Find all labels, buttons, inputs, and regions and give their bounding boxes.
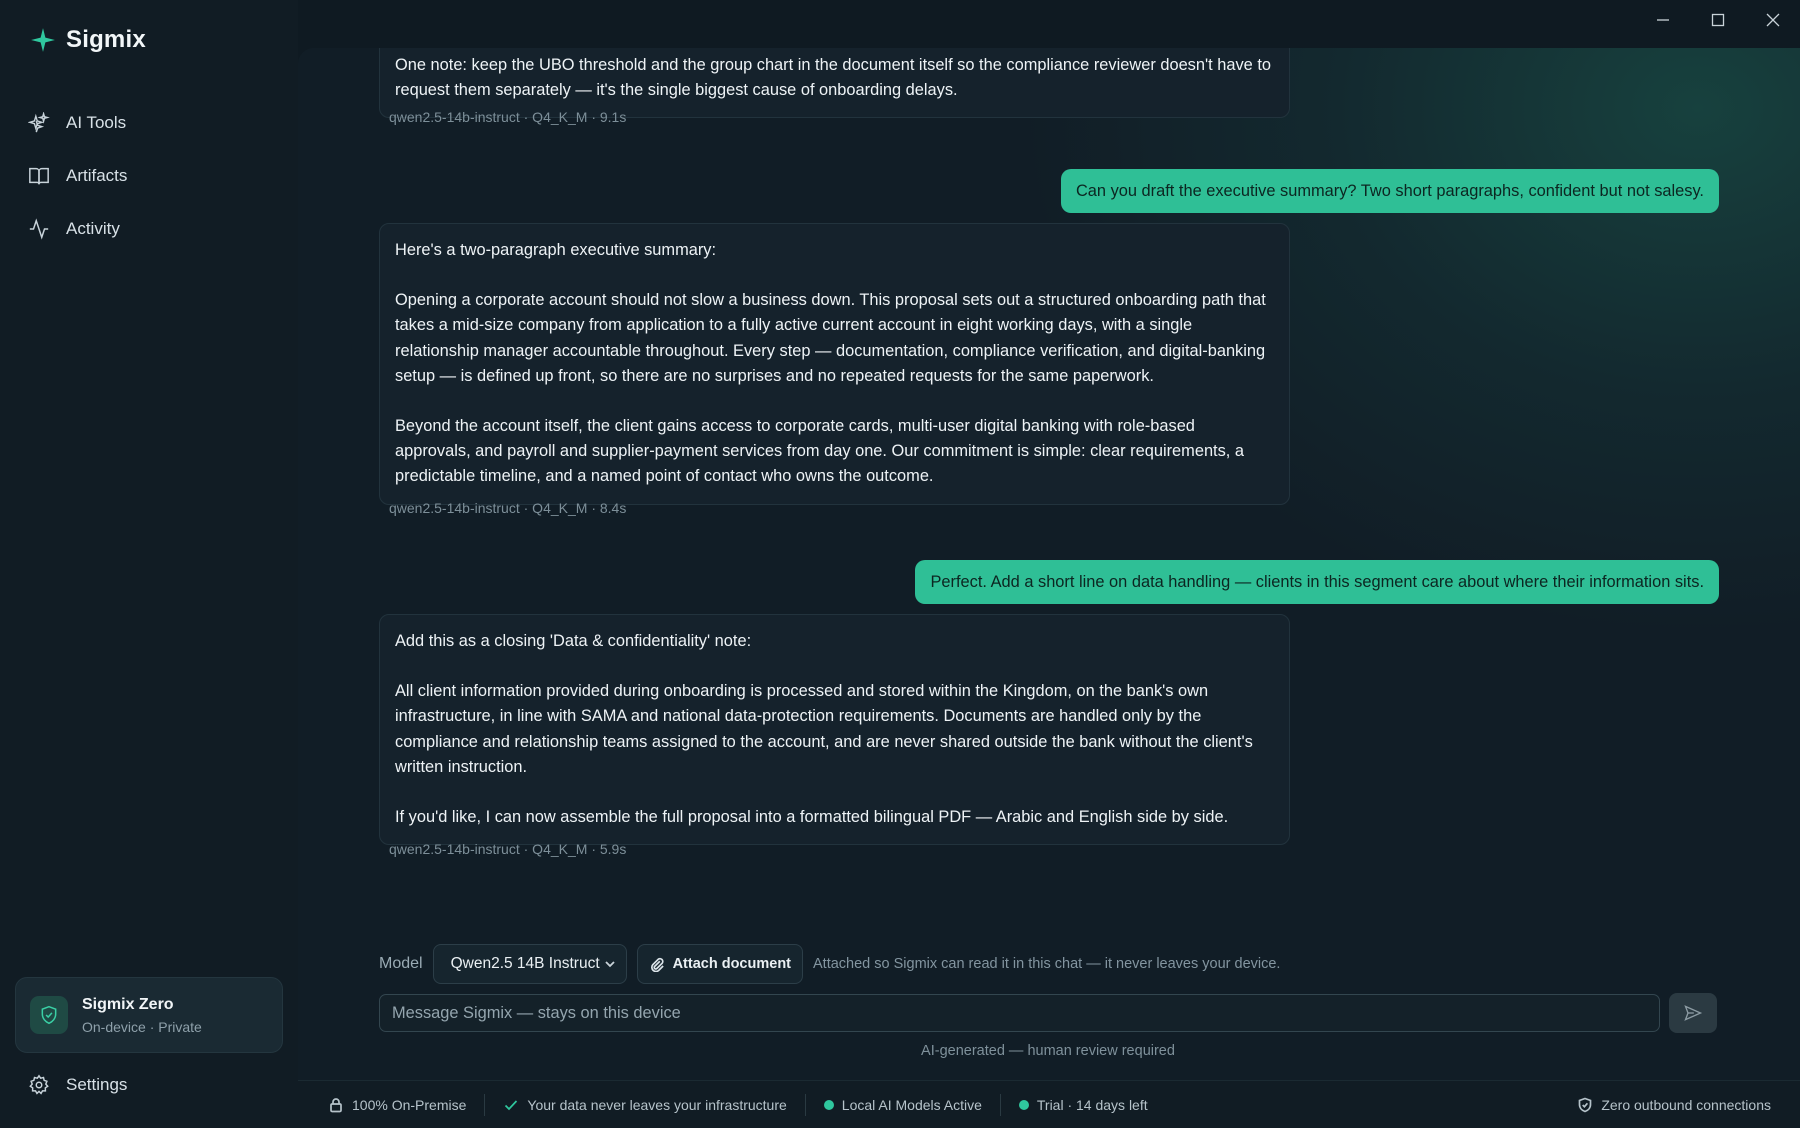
message-input[interactable] [379, 994, 1660, 1032]
workspace-card[interactable]: Sigmix Zero On-device · Private [15, 977, 283, 1053]
sidebar-item-label: Activity [66, 218, 120, 238]
sidebar-item-ai-tools[interactable]: AI Tools [28, 96, 278, 149]
gear-icon [29, 1074, 49, 1095]
brand[interactable]: Sigmix [30, 26, 146, 54]
book-icon [29, 167, 49, 184]
assistant-message: Here's a two-paragraph executive summary… [379, 223, 1290, 505]
status-on-premise-label: 100% On-Premise [352, 1096, 467, 1113]
sidebar-item-label: Artifacts [66, 165, 128, 185]
status-trial-label: Trial · 14 days left [1036, 1096, 1148, 1113]
status-outbound: Zero outbound connections [1559, 1094, 1800, 1116]
shield-check-icon [1578, 1097, 1592, 1112]
app-name: Sigmix [66, 26, 146, 53]
shield-icon [30, 996, 68, 1034]
sidebar: Sigmix AI Tools Artifacts Activity Sigmi… [0, 0, 298, 1128]
status-models-label: Local AI Models Active [841, 1096, 982, 1113]
sidebar-nav: AI Tools Artifacts Activity [28, 96, 278, 255]
status-data-note-label: Your data never leaves your infrastructu… [527, 1096, 787, 1113]
maximize-button[interactable] [1690, 6, 1745, 34]
check-icon [505, 1099, 518, 1110]
sidebar-item-artifacts[interactable]: Artifacts [28, 149, 278, 202]
maximize-icon [1711, 13, 1724, 27]
chat-area: One note: keep the UBO threshold and the… [298, 48, 1800, 1080]
message-meta: qwen2.5-14b-instruct · Q4_K_M · 5.9s [389, 841, 627, 857]
settings-label: Settings [66, 1075, 128, 1094]
assistant-message: Add this as a closing 'Data & confidenti… [379, 614, 1290, 846]
close-icon [1766, 13, 1779, 27]
sidebar-item-activity[interactable]: Activity [28, 202, 278, 255]
assistant-message: One note: keep the UBO threshold and the… [379, 48, 1290, 119]
model-select-value: Qwen2.5 14B Instruct [450, 955, 600, 972]
workspace-subtitle: On-device · Private [82, 1018, 202, 1035]
message-meta: qwen2.5-14b-instruct · Q4_K_M · 8.4s [389, 500, 627, 516]
status-data-note: Your data never leaves your infrastructu… [484, 1093, 804, 1116]
minimize-icon [1656, 19, 1669, 21]
window-controls [1635, 6, 1800, 34]
model-select[interactable]: Qwen2.5 14B Instruct [432, 944, 627, 984]
status-trial: Trial · 14 days left [999, 1093, 1166, 1116]
workspace-title: Sigmix Zero [82, 995, 174, 1013]
message-paragraph: If you'd like, I can now assemble the fu… [395, 808, 1229, 827]
model-label: Model [379, 955, 423, 972]
paperclip-icon [650, 957, 664, 972]
user-message: Can you draft the executive summary? Two… [1060, 169, 1719, 213]
status-on-premise: 100% On-Premise [298, 1094, 484, 1116]
activity-icon [29, 217, 49, 240]
status-dot-icon [823, 1099, 834, 1110]
message-meta: qwen2.5-14b-instruct · Q4_K_M · 9.1s [389, 109, 627, 125]
lock-icon [330, 1097, 342, 1112]
sparkles-icon [28, 111, 50, 132]
sidebar-item-label: AI Tools [66, 112, 127, 132]
status-dot-icon [1018, 1099, 1029, 1110]
message-paragraph: Opening a corporate account should not s… [395, 291, 1266, 385]
status-bar: 100% On-Premise Your data never leaves y… [298, 1080, 1800, 1128]
sparkle-logo-icon [31, 28, 55, 52]
attach-note: Attached so Sigmix can read it in this c… [813, 956, 1281, 972]
ai-disclaimer: AI-generated — human review required [921, 1043, 1175, 1059]
message-paragraph: Add this as a closing 'Data & confidenti… [395, 632, 752, 650]
composer-toolbar: Model Qwen2.5 14B Instruct Attach docume… [379, 944, 1280, 984]
attach-document-button[interactable]: Attach document [636, 944, 803, 984]
send-button[interactable] [1669, 993, 1717, 1033]
attach-document-label: Attach document [672, 956, 791, 972]
settings-button[interactable]: Settings [28, 1074, 127, 1096]
send-icon [1684, 1005, 1703, 1021]
close-button[interactable] [1745, 6, 1800, 34]
message-paragraph: All client information provided during o… [395, 682, 1253, 776]
message-paragraph: Here's a two-paragraph executive summary… [395, 241, 717, 259]
message-paragraph: One note: keep the UBO threshold and the… [395, 56, 1271, 100]
message-paragraph: Beyond the account itself, the client ga… [395, 417, 1245, 486]
user-message: Perfect. Add a short line on data handli… [915, 560, 1719, 604]
chevron-down-icon [604, 961, 615, 968]
status-models: Local AI Models Active [804, 1093, 1000, 1116]
minimize-button[interactable] [1635, 6, 1690, 34]
status-outbound-label: Zero outbound connections [1601, 1096, 1771, 1113]
